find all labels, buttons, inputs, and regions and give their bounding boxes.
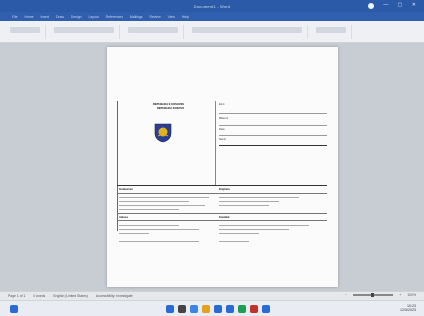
menu-item-mailings[interactable]: Mailings bbox=[130, 15, 142, 19]
row-label-1: Institucioni bbox=[119, 188, 133, 191]
settings-icon[interactable] bbox=[262, 305, 270, 313]
menu-item-insert[interactable]: Insert bbox=[41, 15, 49, 19]
ribbon-control[interactable] bbox=[128, 27, 178, 33]
status-language[interactable]: English (United States) bbox=[53, 294, 88, 298]
section-rule bbox=[117, 185, 327, 186]
text-line bbox=[119, 205, 205, 206]
start-menu-icon[interactable] bbox=[166, 305, 174, 313]
text-line bbox=[119, 201, 189, 202]
status-words[interactable]: 0 words bbox=[33, 294, 45, 298]
text-line bbox=[219, 229, 289, 230]
header-divider bbox=[215, 101, 216, 185]
document-page[interactable]: REPUBLIKA E KOSOVES REPUBLIKA KOSOVO Emr… bbox=[107, 47, 338, 287]
ribbon-control[interactable] bbox=[192, 27, 302, 33]
system-clock[interactable]: 10:23 12/5/2023 bbox=[400, 304, 416, 313]
text-line bbox=[119, 229, 199, 230]
ribbon-control[interactable] bbox=[316, 27, 346, 33]
window-controls[interactable]: — ▢ ✕ bbox=[383, 2, 420, 8]
row-label-4: Kontakti bbox=[219, 216, 230, 219]
text-line bbox=[119, 197, 209, 198]
text-line bbox=[119, 241, 199, 242]
ribbon bbox=[0, 21, 424, 43]
section-rule bbox=[117, 213, 327, 214]
field-label-4: Numri bbox=[219, 138, 226, 141]
text-line bbox=[219, 233, 259, 234]
field-line bbox=[219, 135, 327, 136]
excel-app-icon[interactable] bbox=[238, 305, 246, 313]
menu-item-draw[interactable]: Draw bbox=[56, 15, 64, 19]
menu-item-design[interactable]: Design bbox=[71, 15, 82, 19]
field-line bbox=[219, 145, 327, 146]
menu-item-file[interactable]: File bbox=[12, 15, 17, 19]
text-line bbox=[119, 225, 179, 226]
account-icon[interactable] bbox=[368, 3, 374, 9]
menu-item-view[interactable]: View bbox=[168, 15, 175, 19]
menu-bar: File Home Insert Draw Design Layout Refe… bbox=[0, 12, 424, 21]
text-line bbox=[219, 201, 279, 202]
menu-item-layout[interactable]: Layout bbox=[88, 15, 98, 19]
zoom-out-icon[interactable]: − bbox=[345, 293, 347, 297]
field-label-1: Emri bbox=[219, 103, 225, 106]
status-bar: Page 1 of 1 0 words English (United Stat… bbox=[0, 291, 424, 300]
text-line bbox=[219, 241, 249, 242]
row-label-2: Drejtoria bbox=[219, 188, 230, 191]
menu-item-home[interactable]: Home bbox=[24, 15, 33, 19]
zoom-slider[interactable] bbox=[353, 293, 394, 297]
org-name-2: REPUBLIKA KOSOVO bbox=[157, 107, 185, 110]
status-page[interactable]: Page 1 of 1 bbox=[8, 294, 25, 298]
text-line bbox=[219, 205, 269, 206]
window-title: Document1 - Word bbox=[193, 3, 231, 9]
taskbar: 10:23 12/5/2023 bbox=[0, 300, 424, 316]
section-rule bbox=[117, 220, 327, 221]
zoom-level[interactable]: 100% bbox=[407, 293, 416, 297]
ribbon-control[interactable] bbox=[10, 27, 40, 33]
task-view-icon[interactable] bbox=[190, 305, 198, 313]
status-accessibility[interactable]: Accessibility: Investigate bbox=[96, 294, 133, 298]
edge-browser-icon[interactable] bbox=[214, 305, 222, 313]
field-label-2: Mbiemri bbox=[219, 117, 229, 120]
section-rule bbox=[117, 193, 327, 194]
menu-item-references[interactable]: References bbox=[106, 15, 123, 19]
menu-item-review[interactable]: Review bbox=[149, 15, 160, 19]
text-line bbox=[119, 233, 149, 234]
field-line bbox=[219, 113, 327, 114]
word-app-icon[interactable] bbox=[226, 305, 234, 313]
org-name-1: REPUBLIKA E KOSOVES bbox=[153, 103, 185, 106]
zoom-in-icon[interactable]: + bbox=[399, 293, 401, 297]
field-label-3: Data bbox=[219, 128, 225, 131]
chrome-icon[interactable] bbox=[250, 305, 258, 313]
left-border bbox=[117, 101, 118, 231]
zoom-controls: − + 100% bbox=[345, 293, 416, 297]
row-label-3: Adresa bbox=[119, 216, 128, 219]
text-line bbox=[119, 209, 179, 210]
ribbon-control[interactable] bbox=[54, 27, 114, 33]
text-line bbox=[219, 225, 309, 226]
clock-date: 12/5/2023 bbox=[400, 308, 416, 313]
search-icon[interactable] bbox=[178, 305, 186, 313]
title-bar: Document1 - Word — ▢ ✕ bbox=[0, 0, 424, 12]
coat-of-arms-logo bbox=[154, 123, 172, 143]
start-windows-icon[interactable] bbox=[10, 305, 18, 313]
text-line bbox=[219, 197, 299, 198]
file-explorer-icon[interactable] bbox=[202, 305, 210, 313]
menu-item-help[interactable]: Help bbox=[182, 15, 189, 19]
field-line bbox=[219, 125, 327, 126]
